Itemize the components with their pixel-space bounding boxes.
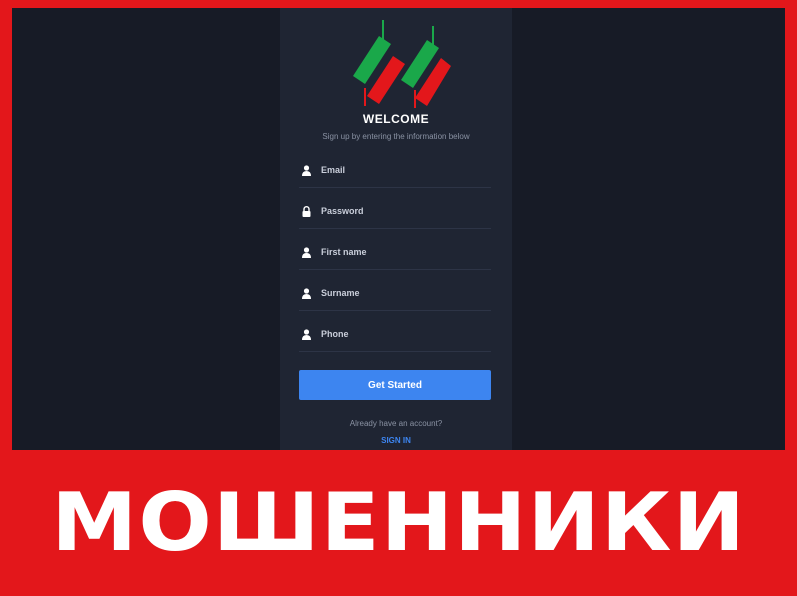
welcome-subtitle: Sign up by entering the information belo… <box>322 132 470 141</box>
warning-banner: МОШЕННИКИ <box>0 450 797 596</box>
email-field[interactable] <box>299 153 491 188</box>
screenshot-area: WELCOME Sign up by entering the informat… <box>12 8 785 450</box>
email-input[interactable] <box>321 165 491 175</box>
phone-input[interactable] <box>321 329 491 339</box>
candlestick-logo <box>353 20 451 108</box>
first-name-field[interactable] <box>299 235 491 270</box>
phone-field[interactable] <box>299 317 491 352</box>
password-field[interactable] <box>299 194 491 229</box>
password-input[interactable] <box>321 206 491 216</box>
banner-text: МОШЕННИКИ <box>51 476 746 569</box>
surname-field[interactable] <box>299 276 491 311</box>
welcome-title: WELCOME <box>362 112 430 126</box>
user-icon <box>301 287 311 299</box>
get-started-button[interactable]: Get Started <box>299 370 491 400</box>
first-name-input[interactable] <box>321 247 491 257</box>
user-icon <box>301 328 311 340</box>
user-icon <box>301 164 311 176</box>
already-account-text: Already have an account? <box>349 419 443 428</box>
signup-panel: WELCOME Sign up by entering the informat… <box>280 8 512 450</box>
user-icon <box>301 246 311 258</box>
sign-in-link[interactable]: SIGN IN <box>280 436 512 445</box>
surname-input[interactable] <box>321 288 491 298</box>
lock-icon <box>301 205 311 217</box>
warning-frame: WELCOME Sign up by entering the informat… <box>0 0 797 596</box>
